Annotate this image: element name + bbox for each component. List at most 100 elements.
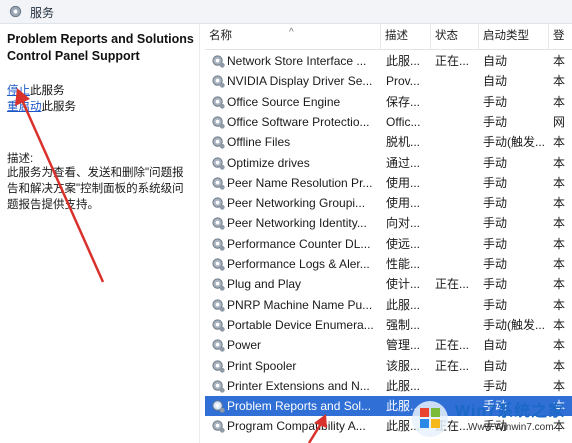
service-name-cell: Power bbox=[227, 338, 262, 353]
table-row[interactable]: Power 管理... 正在... 自动 本 bbox=[205, 335, 572, 355]
service-description-cell: Offic... bbox=[386, 114, 421, 129]
service-startup-type-cell: 手动 bbox=[483, 277, 508, 292]
services-table: 名称 ^ 描述 状态 启动类型 登 Network Store Interfac… bbox=[205, 24, 572, 443]
service-name-cell: Peer Name Resolution Pr... bbox=[227, 175, 373, 190]
service-description-cell: Prov... bbox=[386, 74, 420, 89]
service-description-cell: 脱机... bbox=[386, 135, 421, 150]
service-name-cell: Peer Networking Groupi... bbox=[227, 196, 366, 211]
table-row[interactable]: Network Store Interface ... 此服... 正在... 自动 本 bbox=[205, 51, 572, 71]
table-row[interactable]: NVIDIA Display Driver Se... Prov... 自动 本 bbox=[205, 71, 572, 91]
service-gear-icon bbox=[212, 359, 225, 373]
sort-ascending-icon: ^ bbox=[289, 27, 294, 38]
column-header-name-label: 名称 bbox=[209, 30, 232, 42]
service-description-cell: 使远... bbox=[386, 236, 421, 251]
table-row[interactable]: Office Source Engine 保存... 手动 本 bbox=[205, 92, 572, 112]
service-description-cell: 使用... bbox=[386, 175, 421, 190]
service-gear-icon bbox=[212, 238, 225, 251]
service-description-cell: 向对... bbox=[386, 216, 421, 231]
service-name-cell: NVIDIA Display Driver Se... bbox=[227, 74, 373, 89]
table-row[interactable]: Offline Files 脱机... 手动(触发... 本 bbox=[205, 132, 572, 152]
table-row[interactable]: Performance Logs & Aler... 性能... 手动 本 bbox=[205, 254, 572, 274]
table-row[interactable]: Print Spooler 该服... 正在... 自动 本 bbox=[205, 356, 572, 376]
column-header-startup-label: 启动类型 bbox=[483, 30, 529, 42]
service-name-cell: PNRP Machine Name Pu... bbox=[227, 297, 373, 312]
stop-service-suffix: 此服务 bbox=[30, 85, 65, 97]
service-description-cell: 该服... bbox=[386, 358, 421, 373]
service-name-cell: Office Software Protectio... bbox=[227, 114, 370, 129]
column-header-description[interactable]: 描述 bbox=[381, 24, 431, 50]
column-header-status[interactable]: 状态 bbox=[431, 24, 479, 50]
title-bar: 服务 bbox=[0, 0, 572, 24]
service-gear-icon bbox=[212, 217, 225, 231]
stop-service-link[interactable]: 停止 bbox=[7, 85, 30, 97]
column-header-logon[interactable]: 登 bbox=[549, 24, 572, 50]
stop-service-action: 停止此服务 bbox=[7, 84, 65, 98]
service-gear-icon bbox=[212, 177, 225, 190]
service-logon-cell: 本 bbox=[553, 196, 566, 211]
service-gear-icon bbox=[212, 156, 225, 170]
service-logon-cell: 本 bbox=[553, 257, 566, 271]
column-header-name[interactable]: 名称 ^ bbox=[205, 24, 381, 50]
service-status-cell: 正在... bbox=[435, 277, 470, 292]
service-description-cell: 此服... bbox=[386, 297, 421, 312]
table-row[interactable]: Portable Device Enumera... 强制... 手动(触发... 本 bbox=[205, 315, 572, 335]
service-startup-type-cell: 手动 bbox=[483, 155, 508, 170]
description-pane: Problem Reports and Solutions Control Pa… bbox=[0, 24, 200, 443]
service-name-cell: Portable Device Enumera... bbox=[227, 317, 374, 332]
service-logon-cell: 本 bbox=[553, 358, 566, 373]
service-status-cell: 正在... bbox=[435, 358, 470, 373]
watermark-url: Www.Winwin7.com bbox=[468, 422, 554, 433]
service-description-cell: 性能... bbox=[386, 257, 421, 271]
table-row[interactable]: Performance Counter DL... 使远... 手动 本 bbox=[205, 234, 572, 254]
service-name-cell: Performance Logs & Aler... bbox=[227, 257, 370, 271]
service-status-cell: 正在... bbox=[435, 338, 470, 353]
restart-service-link[interactable]: 重启动 bbox=[7, 101, 42, 113]
table-row[interactable]: Peer Name Resolution Pr... 使用... 手动 本 bbox=[205, 173, 572, 193]
service-startup-type-cell: 自动 bbox=[483, 338, 508, 353]
service-logon-cell: 本 bbox=[553, 175, 566, 190]
service-description-cell: 使计... bbox=[386, 277, 421, 292]
table-row[interactable]: Optimize drives 通过... 手动 本 bbox=[205, 153, 572, 173]
service-name-cell: Printer Extensions and N... bbox=[227, 378, 370, 393]
description-text: 此服务为查看、发送和删除"问题报告和解决方案"控制面板的系统级问题报告提供支持。 bbox=[7, 167, 184, 211]
service-description-cell: 通过... bbox=[386, 155, 421, 170]
service-name-cell: Peer Networking Identity... bbox=[227, 216, 367, 231]
service-startup-type-cell: 手动 bbox=[483, 114, 508, 129]
service-name-cell: Problem Reports and Sol... bbox=[227, 399, 372, 414]
service-name-cell: Performance Counter DL... bbox=[227, 236, 371, 251]
service-name-cell: Print Spooler bbox=[227, 358, 297, 373]
service-gear-icon bbox=[212, 380, 225, 393]
column-header-logon-label: 登 bbox=[553, 30, 565, 42]
service-startup-type-cell: 手动 bbox=[483, 216, 508, 231]
table-row[interactable]: PNRP Machine Name Pu... 此服... 手动 本 bbox=[205, 295, 572, 315]
service-description-cell: 强制... bbox=[386, 317, 421, 332]
service-gear-icon bbox=[212, 136, 225, 149]
table-row[interactable]: Peer Networking Groupi... 使用... 手动 本 bbox=[205, 193, 572, 213]
service-logon-cell: 本 bbox=[553, 297, 566, 312]
restart-service-action: 重启动此服务 bbox=[7, 100, 76, 114]
selected-service-title: Problem Reports and Solutions Control Pa… bbox=[7, 32, 194, 63]
table-row[interactable]: Peer Networking Identity... 向对... 手动 本 bbox=[205, 213, 572, 233]
column-header-startup-type[interactable]: 启动类型 bbox=[479, 24, 549, 50]
service-gear-icon bbox=[212, 319, 225, 332]
service-gear-icon bbox=[212, 197, 225, 210]
service-logon-cell: 本 bbox=[553, 236, 566, 251]
service-gear-icon bbox=[212, 339, 225, 352]
table-header: 名称 ^ 描述 状态 启动类型 登 bbox=[205, 24, 572, 50]
service-logon-cell: 本 bbox=[553, 94, 566, 109]
service-name-cell: Office Source Engine bbox=[227, 94, 341, 109]
service-startup-type-cell: 手动 bbox=[483, 196, 508, 211]
table-row[interactable]: Office Software Protectio... Offic... 手动 网 bbox=[205, 112, 572, 132]
service-logon-cell: 本 bbox=[553, 338, 566, 353]
service-name-cell: Program Compatibility A... bbox=[227, 419, 366, 434]
service-logon-cell: 本 bbox=[553, 277, 566, 292]
service-name-cell: Optimize drives bbox=[227, 155, 310, 170]
service-description-cell: 管理... bbox=[386, 338, 421, 353]
service-name-cell: Offline Files bbox=[227, 135, 291, 150]
service-logon-cell: 本 bbox=[553, 216, 566, 231]
service-logon-cell: 本 bbox=[553, 135, 566, 150]
service-gear-icon bbox=[212, 55, 225, 68]
service-gear-icon bbox=[212, 75, 225, 88]
service-startup-type-cell: 手动 bbox=[483, 297, 508, 312]
table-row[interactable]: Plug and Play 使计... 正在... 手动 本 bbox=[205, 274, 572, 294]
